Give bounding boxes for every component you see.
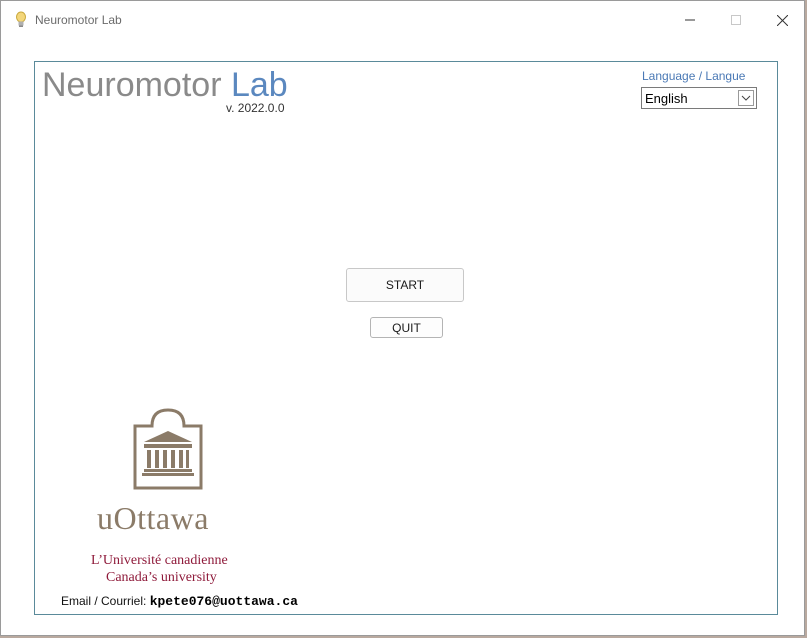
contact-line: Email / Courriel: kpete076@uottawa.ca: [61, 594, 298, 609]
close-button[interactable]: [759, 1, 805, 39]
lightbulb-icon: [15, 11, 27, 29]
contact-email: kpete076@uottawa.ca: [149, 594, 298, 609]
version-label: v. 2022.0.0: [226, 101, 285, 115]
minimize-button[interactable]: [667, 1, 713, 39]
chevron-down-icon[interactable]: [738, 90, 754, 106]
tagline-french: L’Université canadienne: [91, 553, 228, 568]
start-button[interactable]: START: [346, 268, 464, 302]
app-title: Neuromotor Lab: [42, 65, 288, 105]
window-title: Neuromotor Lab: [35, 13, 122, 27]
maximize-icon: [731, 15, 741, 25]
language-label: Language / Langue: [642, 69, 746, 83]
minimize-icon: [685, 19, 695, 21]
language-selected-value: English: [645, 91, 688, 106]
contact-label: Email / Courriel:: [61, 594, 147, 608]
maximize-button[interactable]: [713, 1, 759, 39]
language-select[interactable]: English: [641, 87, 757, 109]
main-panel: Neuromotor Lab v. 2022.0.0 Language / La…: [34, 61, 778, 615]
tagline-english: Canada’s university: [106, 570, 217, 585]
uottawa-wordmark: uOttawa: [97, 500, 209, 536]
app-window: Neuromotor Lab Neuromotor Lab v. 2022.0.…: [0, 0, 805, 636]
app-title-part2: Lab: [230, 66, 288, 104]
university-building-icon: [133, 408, 203, 490]
quit-button[interactable]: QUIT: [370, 317, 443, 338]
app-title-part1: Neuromotor: [42, 66, 222, 104]
close-icon: [776, 14, 788, 26]
title-bar[interactable]: Neuromotor Lab: [1, 1, 804, 39]
